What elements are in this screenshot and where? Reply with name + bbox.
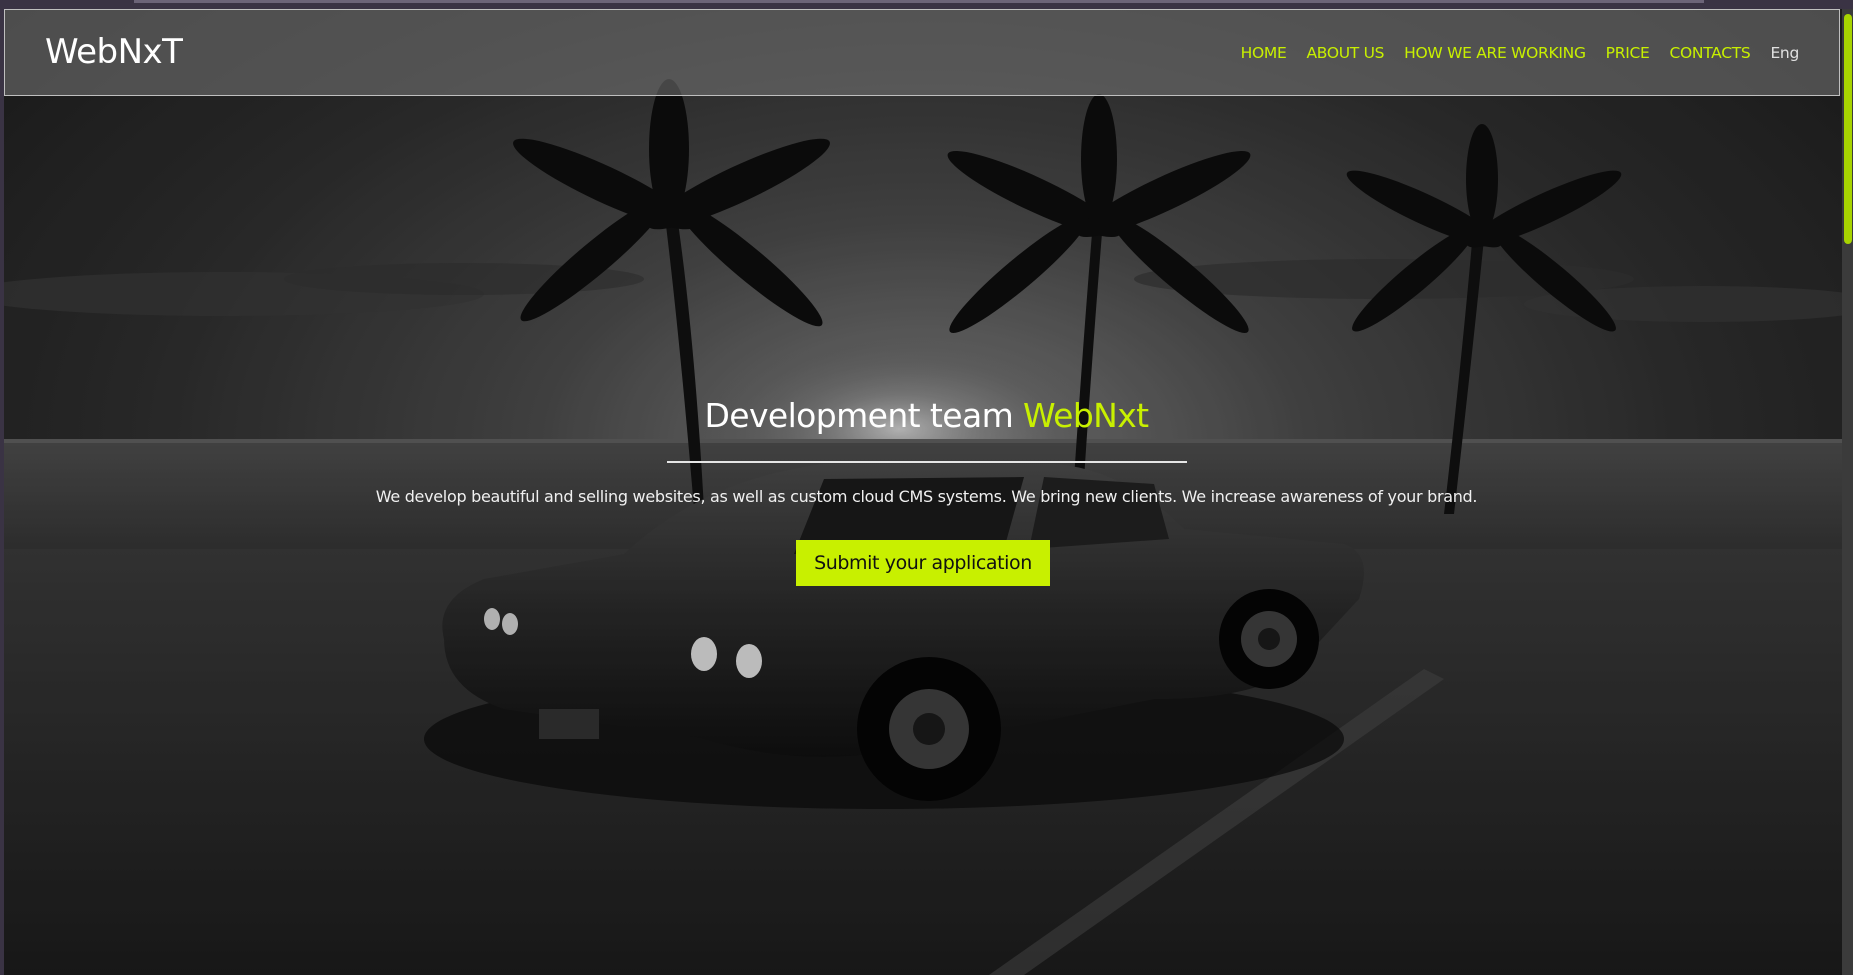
nav-contacts-link[interactable]: CONTACTS (1669, 44, 1750, 62)
hero-divider (667, 461, 1187, 463)
browser-viewport: WebNxT HOME ABOUT US HOW WE ARE WORKING … (0, 0, 1853, 975)
site-header: WebNxT HOME ABOUT US HOW WE ARE WORKING … (4, 9, 1840, 96)
nav-home-link[interactable]: HOME (1241, 44, 1287, 62)
top-strip (0, 0, 1853, 9)
main-nav: HOME ABOUT US HOW WE ARE WORKING PRICE C… (1241, 44, 1800, 62)
hero-title: Development team WebNxt (0, 396, 1853, 435)
language-switcher[interactable]: Eng (1770, 44, 1799, 62)
hero-title-main: Development team (704, 396, 1024, 435)
page-scrollbar-thumb[interactable] (1844, 14, 1852, 244)
nav-how-we-work-link[interactable]: HOW WE ARE WORKING (1404, 44, 1586, 62)
submit-application-button[interactable]: Submit your application (796, 540, 1050, 586)
nav-price-link[interactable]: PRICE (1606, 44, 1650, 62)
hero-title-accent: WebNxt (1023, 396, 1149, 435)
hero-subtitle: We develop beautiful and selling website… (375, 487, 1478, 506)
site-logo[interactable]: WebNxT (45, 32, 183, 72)
top-strip-bar (134, 0, 1704, 3)
nav-about-link[interactable]: ABOUT US (1306, 44, 1384, 62)
